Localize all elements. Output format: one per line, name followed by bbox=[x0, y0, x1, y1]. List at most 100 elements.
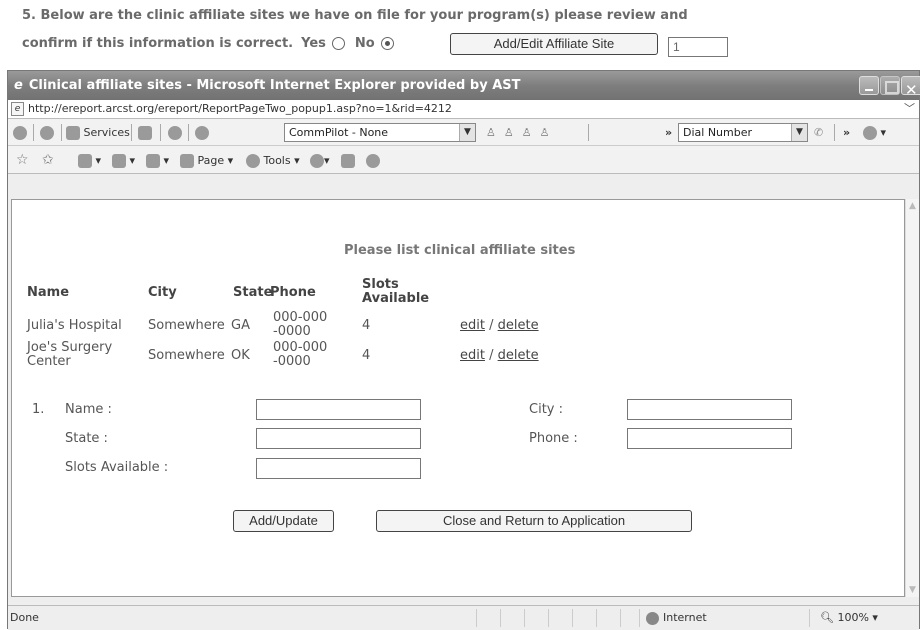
row1-phone: 000-000-0000 bbox=[273, 310, 328, 339]
page-menu-icon bbox=[180, 154, 194, 168]
dial-number-select[interactable]: Dial Number ▼ bbox=[678, 123, 808, 142]
row2-delete-link[interactable]: delete bbox=[498, 348, 539, 363]
question-text-confirm: confirm if this information is correct. bbox=[22, 36, 294, 51]
zoom-level: 100% bbox=[837, 611, 869, 624]
person-icon[interactable] bbox=[168, 124, 182, 141]
ie-logo-icon: e bbox=[14, 78, 23, 93]
services-button[interactable]: Services bbox=[66, 124, 130, 141]
print-icon[interactable]: ▾ bbox=[146, 152, 169, 169]
feeds-icon[interactable]: ▾ bbox=[112, 152, 135, 169]
close-return-button[interactable]: Close and Return to Application bbox=[376, 510, 692, 532]
services-icon bbox=[66, 126, 80, 140]
scroll-up-icon[interactable]: ▲ bbox=[909, 201, 916, 211]
gear-icon[interactable] bbox=[40, 124, 54, 141]
state-input[interactable] bbox=[256, 428, 421, 449]
add-edit-affiliate-button[interactable]: Add/Edit Affiliate Site bbox=[450, 33, 658, 55]
affiliate-count-input[interactable]: 1 bbox=[668, 37, 728, 57]
security-zone[interactable]: Internet bbox=[639, 609, 809, 627]
toolbar-more-chevron-2[interactable]: » bbox=[843, 124, 850, 141]
no-radio[interactable] bbox=[380, 37, 394, 50]
tools-gear-icon bbox=[246, 154, 260, 168]
window-titlebar[interactable]: e Clinical affiliate sites - Microsoft In… bbox=[8, 71, 920, 105]
row1-delete-link[interactable]: delete bbox=[498, 318, 539, 333]
favorites-star-icon[interactable]: ☆ bbox=[16, 152, 29, 169]
row1-name: Julia's Hospital bbox=[27, 318, 122, 333]
question-text-line2: confirm if this information is correct. … bbox=[22, 36, 400, 51]
commpilot-value: CommPilot - None bbox=[289, 126, 389, 139]
row2-edit-link[interactable]: edit bbox=[460, 348, 485, 363]
no-entry-icon[interactable] bbox=[195, 124, 209, 141]
phone-input[interactable] bbox=[627, 428, 792, 449]
home-icon[interactable]: ▾ bbox=[78, 152, 101, 169]
name-input[interactable] bbox=[256, 399, 421, 420]
column-header-slots: Slots Available bbox=[362, 277, 430, 306]
chevron-down-icon[interactable]: ﹀ bbox=[904, 100, 915, 118]
toolbar-separator bbox=[160, 124, 161, 141]
zone-label: Internet bbox=[663, 611, 707, 624]
column-header-state: State bbox=[233, 285, 273, 300]
scroll-down-icon[interactable]: ▼ bbox=[909, 585, 916, 595]
vertical-scrollbar[interactable]: ▲ ▼ bbox=[905, 199, 919, 597]
phone-label: Phone : bbox=[529, 431, 578, 446]
address-bar[interactable]: e http://ereport.arcst.org/ereport/Repor… bbox=[8, 100, 919, 119]
zoom-control[interactable]: 🔍︎ 100% ▾ bbox=[809, 609, 917, 627]
page-content: Please list clinical affiliate sites Nam… bbox=[11, 199, 905, 597]
slots-input[interactable] bbox=[256, 458, 421, 479]
tools-menu[interactable]: Tools ▾ bbox=[246, 152, 300, 169]
page-menu[interactable]: Page ▾ bbox=[180, 152, 233, 169]
minimize-button[interactable] bbox=[859, 76, 879, 95]
chevron-down-icon: ▼ bbox=[791, 124, 807, 141]
commpilot-select[interactable]: CommPilot - None ▼ bbox=[284, 123, 476, 142]
tools-menu-label: Tools bbox=[263, 154, 291, 167]
toolbar-separator bbox=[588, 124, 589, 141]
translate-icon[interactable]: ▾ bbox=[863, 124, 886, 141]
phone-book-icon[interactable] bbox=[138, 124, 152, 141]
toolbar-separator bbox=[61, 124, 62, 141]
row1-actions: edit / delete bbox=[460, 318, 539, 333]
yes-radio[interactable] bbox=[331, 37, 345, 50]
messenger-icon[interactable] bbox=[366, 152, 380, 169]
row2-phone: 000-000-0000 bbox=[273, 340, 328, 369]
row1-edit-link[interactable]: edit bbox=[460, 318, 485, 333]
toolbar-separator bbox=[188, 124, 189, 141]
links-toolbar: Services CommPilot - None ▼ ♙♙♙♙ » Dial … bbox=[8, 119, 919, 146]
ie-popup-window: e Clinical affiliate sites - Microsoft In… bbox=[7, 70, 920, 630]
status-bar: Done Internet 🔍︎ 100% ▾ bbox=[8, 605, 919, 630]
column-header-phone: Phone bbox=[270, 285, 316, 300]
services-label: Services bbox=[83, 126, 130, 139]
city-label: City : bbox=[529, 402, 563, 417]
slots-label: Slots Available : bbox=[65, 460, 169, 475]
toolbar-separator bbox=[33, 124, 34, 141]
page-menu-label: Page bbox=[197, 154, 225, 167]
phone-icon[interactable]: ✆ bbox=[814, 124, 823, 141]
maximize-button[interactable] bbox=[880, 76, 900, 95]
row2-state: OK bbox=[231, 348, 250, 363]
toolbar-more-chevron[interactable]: » bbox=[665, 124, 672, 141]
row1-state: GA bbox=[231, 318, 250, 333]
no-label: No bbox=[354, 36, 375, 51]
command-bar: ☆ ✩ ▾ ▾ ▾ Page ▾ Tools ▾ ▾ bbox=[8, 146, 919, 174]
chevron-down-icon: ▼ bbox=[459, 124, 475, 141]
row2-city: Somewhere bbox=[148, 348, 225, 363]
dial-number-value: Dial Number bbox=[683, 126, 753, 139]
add-favorites-icon[interactable]: ✩ bbox=[42, 152, 54, 169]
research-icon[interactable] bbox=[341, 152, 355, 169]
call-icons[interactable]: ♙♙♙♙ bbox=[486, 124, 557, 141]
question-block: 5. Below are the clinic affiliate sites … bbox=[22, 0, 920, 66]
city-input[interactable] bbox=[627, 399, 792, 420]
toolbar-separator bbox=[131, 124, 132, 141]
status-text: Done bbox=[10, 611, 39, 624]
row1-slots: 4 bbox=[362, 318, 371, 333]
page-heading: Please list clinical affiliate sites bbox=[344, 243, 576, 258]
state-label: State : bbox=[65, 431, 108, 446]
zoom-icon: 🔍︎ bbox=[820, 611, 834, 624]
help-icon[interactable]: ▾ bbox=[310, 152, 330, 169]
toolbar-separator bbox=[834, 124, 835, 141]
form-index: 1. bbox=[32, 402, 45, 417]
close-window-button[interactable] bbox=[901, 76, 920, 105]
add-update-button[interactable]: Add/Update bbox=[233, 510, 334, 532]
chevron-down-icon: ▾ bbox=[872, 611, 878, 624]
name-label: Name : bbox=[65, 402, 112, 417]
window-title: Clinical affiliate sites - Microsoft Int… bbox=[28, 78, 521, 93]
info-icon[interactable] bbox=[13, 124, 27, 141]
